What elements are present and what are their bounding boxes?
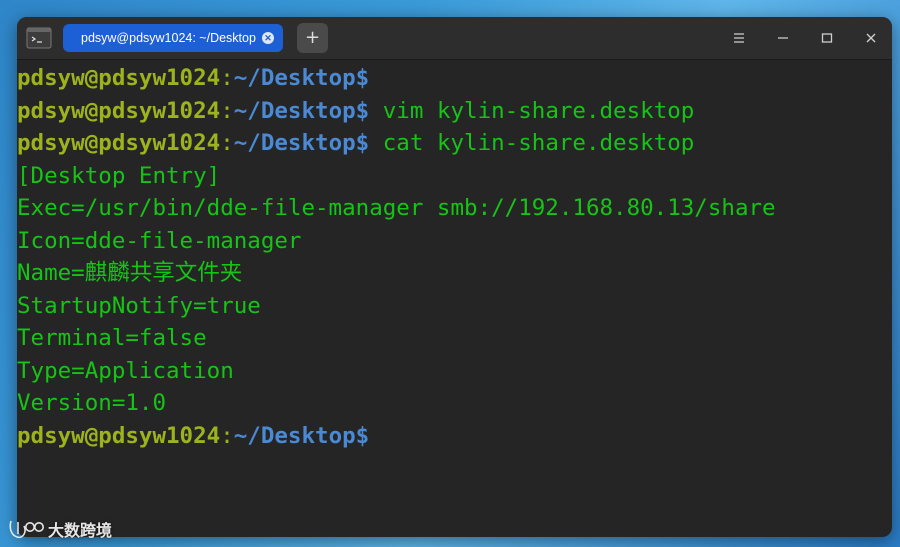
terminal-output-line: [Desktop Entry] [17,162,221,189]
prompt-colon: : [220,422,234,449]
prompt-path: ~/Desktop$ [233,65,370,91]
title-bar: pdsyw@pdsyw1024: ~/Desktop ✕ + [17,17,892,60]
terminal-prompt-line: pdsyw@pdsyw1024:~/Desktop$ cat kylin-sha… [17,127,694,160]
new-tab-button[interactable]: + [297,23,328,53]
prompt-user: pdsyw@pdsyw1024 [17,97,221,124]
minimize-icon[interactable] [773,28,793,48]
terminal-output-line: Icon=dde-file-manager [17,227,302,254]
terminal-output[interactable]: pdsyw@pdsyw1024:~/Desktop$ pdsyw@pdsyw102… [17,60,892,537]
terminal-window: pdsyw@pdsyw1024: ~/Desktop ✕ + pdsyw@pds… [17,17,892,537]
terminal-output-line: Exec=/usr/bin/dde-file-manager smb://192… [17,195,776,221]
terminal-prompt-line: pdsyw@pdsyw1024:~/Desktop$ [17,420,369,453]
command-text: vim kylin-share.desktop [369,97,695,124]
tab-terminal[interactable]: pdsyw@pdsyw1024: ~/Desktop ✕ [63,24,283,52]
terminal-prompt-line: pdsyw@pdsyw1024:~/Desktop$ [17,62,369,95]
tab-title: pdsyw@pdsyw1024: ~/Desktop [81,31,256,45]
menu-icon[interactable] [729,28,749,48]
tab-close-icon[interactable]: ✕ [262,32,274,44]
maximize-icon[interactable] [817,28,837,48]
terminal-output-line: Type=Application [17,357,234,384]
prompt-user: pdsyw@pdsyw1024 [17,422,221,449]
terminal-prompt-line: pdsyw@pdsyw1024:~/Desktop$ vim kylin-sha… [17,95,694,128]
terminal-output-line: Terminal=false [17,325,207,351]
prompt-colon: : [220,130,234,156]
prompt-user: pdsyw@pdsyw1024 [17,130,221,156]
terminal-output-line: Version=1.0 [17,390,167,416]
watermark-text: 大数跨境 [48,521,113,540]
close-icon[interactable] [861,28,881,48]
prompt-colon: : [220,65,234,91]
prompt-path: ~/Desktop$ [233,130,370,156]
prompt-path: ~/Desktop$ [233,97,370,124]
command-text: cat kylin-share.desktop [369,130,695,156]
terminal-output-line: StartupNotify=true [17,292,261,319]
watermark-logo-icon [9,520,44,539]
terminal-app-icon [26,26,52,50]
prompt-path: ~/Desktop$ [233,422,370,449]
prompt-user: pdsyw@pdsyw1024 [17,65,221,91]
terminal-output-line: Name=麒麟共享文件夹 [17,260,243,286]
prompt-colon: : [220,97,234,124]
